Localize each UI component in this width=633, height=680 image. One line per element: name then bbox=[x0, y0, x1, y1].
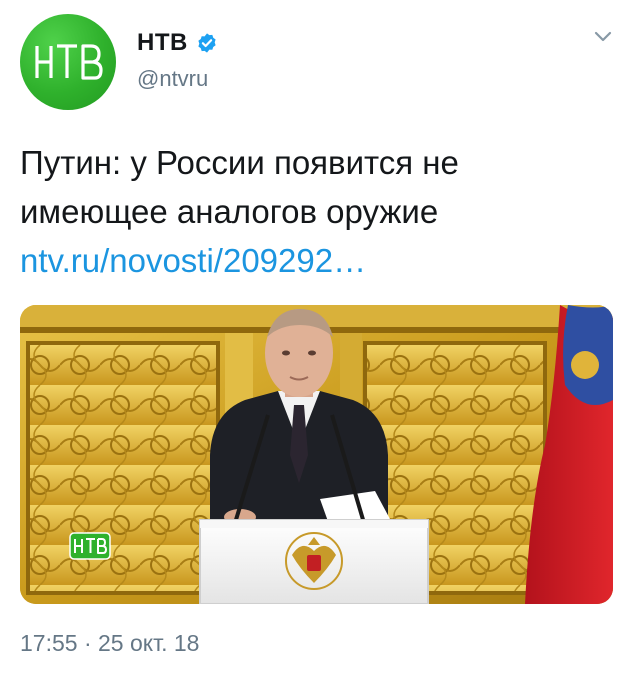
ntv-watermark-icon bbox=[69, 532, 111, 560]
tweet-text: Путин: у России появится не имеющее анал… bbox=[20, 138, 610, 285]
author-name-row[interactable]: НТВ bbox=[137, 28, 218, 58]
author-name[interactable]: НТВ bbox=[137, 29, 188, 57]
tweet-text-line: Путин: у России появится не bbox=[20, 144, 459, 181]
tweet-link[interactable]: ntv.ru/novosti/209292… bbox=[20, 236, 610, 285]
ntv-logo-icon bbox=[35, 44, 103, 80]
tweet-timestamp[interactable]: 17:55 · 25 окт. 18 bbox=[20, 630, 199, 657]
tweet-text-line: имеющее аналогов оружие bbox=[20, 193, 439, 230]
author-handle[interactable]: @ntvru bbox=[137, 66, 208, 92]
verified-badge-icon bbox=[198, 33, 216, 53]
tweet-card: НТВ @ntvru Путин: у России появится не и… bbox=[0, 0, 633, 680]
chevron-down-icon[interactable] bbox=[593, 30, 613, 44]
author-avatar[interactable] bbox=[20, 14, 116, 110]
photo-illustration bbox=[20, 305, 613, 604]
tweet-media-photo[interactable] bbox=[20, 305, 613, 604]
